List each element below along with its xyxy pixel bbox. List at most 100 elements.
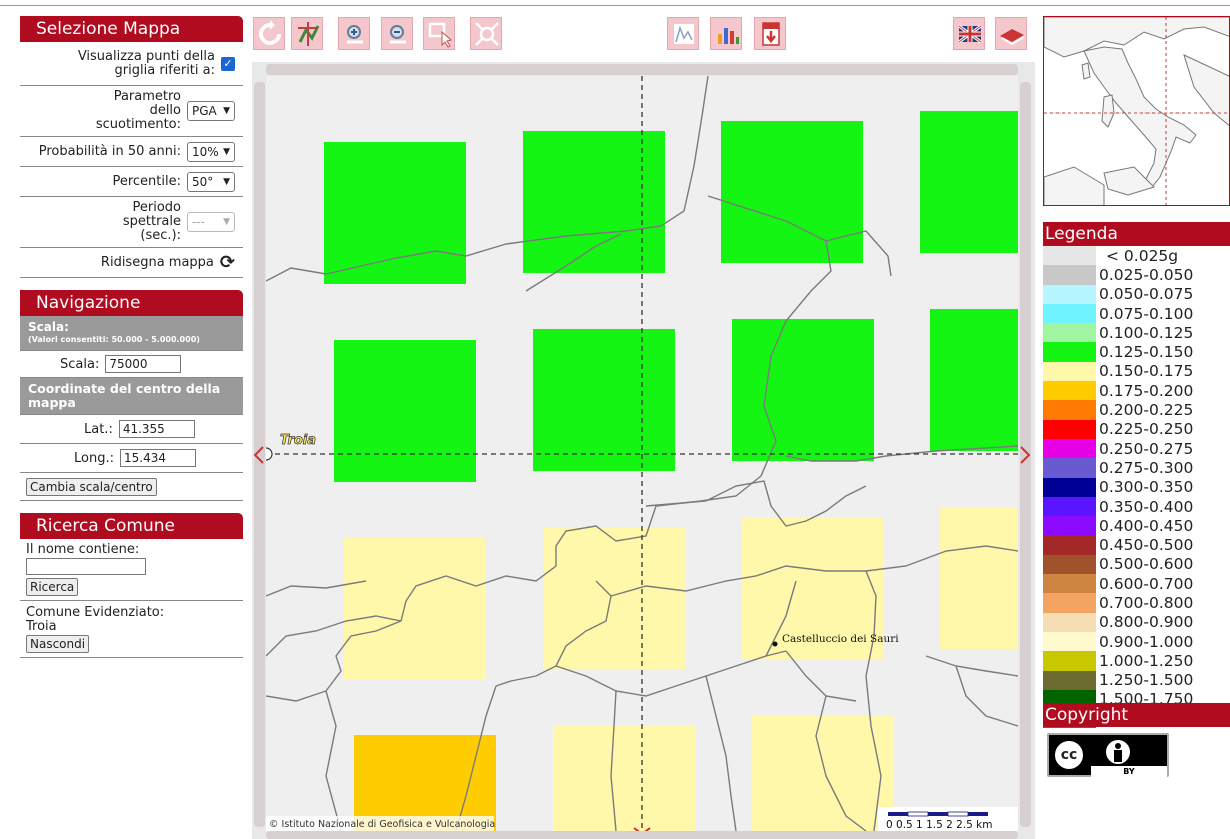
- chevron-left-icon[interactable]: [252, 446, 266, 464]
- map-cell: [940, 507, 1018, 649]
- legend-item: 0.600-0.700: [1043, 574, 1230, 594]
- legend-item: 0.500-0.600: [1043, 554, 1230, 575]
- ricerca-row: Il nome contiene: Ricerca: [20, 539, 243, 601]
- legend-swatch: [1043, 323, 1096, 343]
- english-flag-icon: [958, 24, 982, 44]
- pan-button[interactable]: [291, 17, 323, 50]
- legend-panel: Legenda < 0.025g 0.025-0.050 0.050-0.075 0.…: [1043, 222, 1230, 729]
- parametro-select[interactable]: PGA ▼: [187, 101, 235, 121]
- zoom-in-button[interactable]: [338, 17, 370, 50]
- zoom-in-icon: [347, 25, 363, 44]
- full-extent-button[interactable]: [470, 17, 502, 50]
- bar-chart-button[interactable]: [710, 17, 742, 50]
- legend-label: 0.300-0.350: [1099, 478, 1194, 497]
- legend-swatch: [1043, 265, 1096, 285]
- legend-label: 0.800-0.900: [1099, 613, 1194, 632]
- griglia-checkbox[interactable]: ✓: [221, 56, 235, 71]
- redraw-icon[interactable]: ⟳: [220, 253, 235, 271]
- ricerca-comune-header: Ricerca Comune: [20, 513, 243, 539]
- hazard-map[interactable]: 0 0.5 1 1.5 2 2.5 km Troia Castelluccio …: [266, 76, 1018, 831]
- periodo-row: Periodo spettrale (sec.): --- ▼: [20, 197, 243, 248]
- map-cell: [324, 142, 466, 284]
- lat-input[interactable]: 41.355: [118, 420, 195, 438]
- book-icon: [1000, 29, 1025, 46]
- scala-header-label: Scala:: [28, 320, 69, 334]
- legend-item: 0.250-0.275: [1043, 438, 1230, 459]
- probabilita-select[interactable]: 10% ▼: [187, 141, 235, 162]
- legend-label: 0.500-0.600: [1099, 555, 1194, 574]
- refresh-button[interactable]: [253, 17, 285, 50]
- percentile-select[interactable]: 50° ▼: [187, 171, 235, 192]
- troia-marker: [266, 447, 273, 461]
- legend-swatch: [1043, 458, 1096, 478]
- ricerca-button[interactable]: Ricerca: [26, 578, 79, 596]
- coord-header: Coordinate del centro della mappa: [20, 378, 243, 415]
- periodo-select[interactable]: --- ▼: [187, 212, 235, 232]
- legend-item: 0.050-0.075: [1043, 284, 1230, 304]
- evidenziato-row: Comune Evidenziato: Troia Nascondi: [20, 601, 243, 658]
- cc-by-badge[interactable]: cc BY: [1043, 727, 1230, 777]
- ridisegna-row: Ridisegna mappa ⟳: [20, 248, 243, 278]
- legend-item: 0.700-0.800: [1043, 593, 1230, 613]
- legend-item: 0.200-0.225: [1043, 400, 1230, 420]
- scala-input[interactable]: 75000: [105, 355, 182, 373]
- legend-item: 0.025-0.050: [1043, 265, 1230, 285]
- legend-label: 1.250-1.500: [1099, 671, 1194, 690]
- legend-label: 0.600-0.700: [1099, 574, 1194, 593]
- legend-item: 1.000-1.250: [1043, 651, 1230, 671]
- navigazione-header: Navigazione: [20, 290, 243, 316]
- overview-map[interactable]: [1043, 16, 1230, 206]
- probabilita-row: Probabilità in 50 anni: 10% ▼: [20, 137, 243, 167]
- legend-swatch: [1043, 419, 1096, 439]
- ridisegna-label: Ridisegna mappa: [100, 254, 214, 270]
- legend-item: 0.075-0.100: [1043, 303, 1230, 324]
- chevron-down-icon: ▼: [223, 106, 230, 116]
- legend-label: 0.025-0.050: [1099, 265, 1194, 284]
- pdf-download-button[interactable]: [754, 17, 786, 50]
- lat-row: Lat.: 41.355: [20, 415, 243, 444]
- legend-item: 0.900-1.000: [1043, 631, 1230, 652]
- scrollbar-bottom[interactable]: [266, 831, 1018, 839]
- chevron-right-icon[interactable]: [1018, 446, 1032, 464]
- legend-swatch: [1043, 574, 1096, 594]
- map-cell: [334, 340, 476, 482]
- legend-swatch: [1043, 535, 1096, 555]
- top-divider: [0, 5, 1230, 6]
- legend-label: 0.200-0.225: [1099, 401, 1194, 420]
- legend-item: 0.400-0.450: [1043, 516, 1230, 536]
- legend-swatch: [1043, 651, 1096, 671]
- by-label: BY: [1123, 767, 1135, 776]
- map-canvas: 0 0.5 1 1.5 2 2.5 km Troia Castelluccio …: [266, 76, 1018, 831]
- legend-item: 0.225-0.250: [1043, 419, 1230, 439]
- refresh-icon: [259, 20, 281, 45]
- periodo-label: Periodo spettrale (sec.):: [122, 200, 181, 243]
- bar-chart-icon: [718, 28, 739, 44]
- map-cell: [732, 319, 874, 461]
- map-copyright: © Istituto Nazionale di Geofisica e Vulc…: [269, 819, 495, 830]
- scrollbar-top[interactable]: [266, 64, 1018, 75]
- legend-item: 0.350-0.400: [1043, 496, 1230, 517]
- long-input[interactable]: 15.434: [119, 449, 196, 467]
- nascondi-button[interactable]: Nascondi: [26, 635, 90, 653]
- cc-logo: cc BY: [1047, 733, 1169, 777]
- probabilita-label: Probabilità in 50 anni:: [38, 143, 181, 159]
- legend-label: 0.400-0.450: [1099, 516, 1194, 535]
- legend-swatch: [1043, 612, 1096, 632]
- select-area-button[interactable]: [423, 17, 455, 50]
- cambia-scala-button[interactable]: Cambia scala/centro: [26, 478, 157, 496]
- pan-icon: [298, 22, 320, 46]
- copyright-panel: Copyright cc BY: [1043, 703, 1230, 777]
- line-chart-button[interactable]: [667, 17, 699, 50]
- nome-input[interactable]: [26, 558, 146, 575]
- legend-label: 0.175-0.200: [1099, 381, 1194, 400]
- legend-item: < 0.025g: [1043, 246, 1230, 266]
- map-cell: [543, 527, 685, 669]
- periodo-value: ---: [192, 215, 205, 229]
- parametro-label: Parametro dello scuotimento:: [95, 89, 181, 132]
- legend-label: 0.100-0.125: [1099, 323, 1194, 342]
- zoom-out-button[interactable]: [381, 17, 413, 50]
- language-button[interactable]: [953, 17, 985, 50]
- nome-label: Il nome contiene:: [26, 542, 140, 557]
- help-button[interactable]: [995, 17, 1027, 50]
- legend-swatch: [1043, 342, 1096, 362]
